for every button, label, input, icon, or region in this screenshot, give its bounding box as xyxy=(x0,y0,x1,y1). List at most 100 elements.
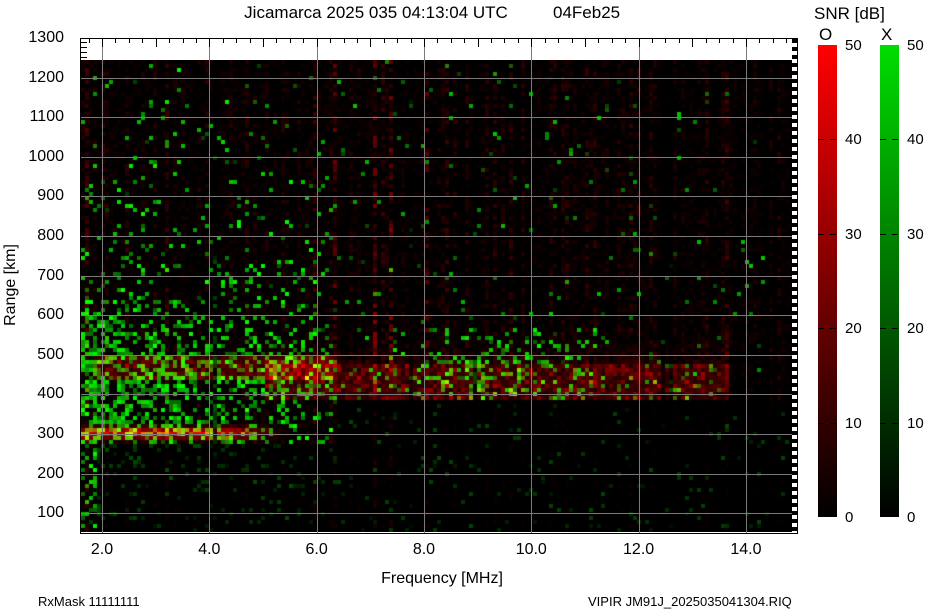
colorbar-tick-dash xyxy=(880,233,886,235)
x-tick-label: 4.0 xyxy=(198,541,221,558)
frequency-tick xyxy=(719,39,721,43)
frequency-tick xyxy=(397,39,399,43)
y-tick-label: 1200 xyxy=(28,68,64,86)
x-tick-label: 10.0 xyxy=(515,541,547,558)
frequency-tick xyxy=(169,39,171,43)
colorbar-tick-dash xyxy=(830,328,836,330)
frequency-tick xyxy=(584,39,586,47)
colorbar-tick-dash xyxy=(830,422,836,424)
frequency-tick xyxy=(383,39,385,43)
frequency-tick xyxy=(450,39,452,43)
colorbar-tick-label: 40 xyxy=(845,131,862,149)
colorbar-tick-dash xyxy=(892,139,898,141)
rxmask-text: RxMask 11111111 xyxy=(38,594,140,609)
colorbar-tick-dash xyxy=(830,139,836,141)
colorbar-tick-label: 40 xyxy=(907,131,924,149)
frequency-tick xyxy=(195,39,197,43)
y-tick-label: 500 xyxy=(37,345,64,363)
range-minor-tick xyxy=(81,42,87,43)
colorbar-tick-dash xyxy=(818,139,824,141)
colorbar-tick-dash xyxy=(892,328,898,330)
frequency-tick xyxy=(343,39,345,43)
colorbar-tick-label: 50 xyxy=(845,37,862,54)
colorbar-tick-dash xyxy=(818,422,824,424)
frequency-tick xyxy=(182,39,184,43)
x-tick-label: 14.0 xyxy=(730,541,762,558)
y-tick-label: 200 xyxy=(37,464,64,482)
frequency-tick xyxy=(786,39,788,43)
frequency-tick xyxy=(424,39,425,47)
frequency-tick xyxy=(678,39,680,43)
frequency-tick xyxy=(155,39,157,47)
plot-frame xyxy=(80,38,798,534)
ionogram-page: Jicamarca 2025 035 04:13:04 UTC 04Feb25 … xyxy=(0,0,932,614)
x-tick-label: 2.0 xyxy=(90,541,114,558)
frequency-tick xyxy=(611,39,613,43)
colorbar-tick-dash xyxy=(892,422,898,424)
colorbar-tick-dash xyxy=(880,328,886,330)
colorbar-tick-label: 10 xyxy=(907,414,924,432)
frequency-tick xyxy=(464,39,466,43)
colorbar-tick-dash xyxy=(818,233,824,235)
frequency-tick xyxy=(88,39,90,43)
frequency-tick xyxy=(276,39,278,43)
frequency-tick xyxy=(356,39,358,43)
x-axis-label: Frequency [MHz] xyxy=(381,570,503,587)
frequency-tick xyxy=(732,39,734,43)
colorbar-tick-dash xyxy=(880,139,886,141)
colorbar-title: SNR [dB] xyxy=(814,4,885,23)
colorbar-tick-dash xyxy=(830,233,836,235)
y-tick-label: 300 xyxy=(37,425,64,442)
frequency-tick xyxy=(209,39,211,47)
frequency-tick xyxy=(625,39,627,43)
frequency-tick xyxy=(759,39,761,43)
frequency-tick xyxy=(263,39,264,47)
frequency-tick xyxy=(128,39,130,43)
colorbar-x-gradient xyxy=(880,45,899,517)
frequency-tick xyxy=(249,39,251,43)
colorbar-tick-label: 20 xyxy=(845,320,862,338)
x-tick-label: 8.0 xyxy=(412,541,436,558)
frequency-tick xyxy=(316,39,318,47)
y-tick-label: 400 xyxy=(37,385,64,403)
frequency-tick xyxy=(652,39,653,43)
frequency-tick xyxy=(491,39,492,43)
frequency-tick xyxy=(665,39,667,43)
x-tick-label: 6.0 xyxy=(305,541,328,558)
y-tick-label: 600 xyxy=(37,306,64,324)
frequency-tick xyxy=(745,39,747,47)
y-tick-label: 100 xyxy=(37,504,64,522)
colorbar-tick-dash xyxy=(892,233,898,235)
colorbar-tick-dash xyxy=(880,422,886,424)
frequency-tick xyxy=(517,39,519,43)
y-tick-label: 1300 xyxy=(28,29,64,46)
plot-date: 04Feb25 xyxy=(553,3,621,22)
frequency-tick xyxy=(598,39,600,43)
frequency-tick xyxy=(772,39,774,43)
colorbar-tick-label: 30 xyxy=(845,225,862,243)
frequency-tick xyxy=(236,39,238,43)
y-tick-label: 1100 xyxy=(29,108,64,126)
colorbar-tick-label: 0 xyxy=(845,509,854,526)
frequency-tick xyxy=(571,39,573,43)
frequency-tick xyxy=(303,39,305,43)
frequency-tick xyxy=(504,39,506,43)
y-tick-label: 1000 xyxy=(28,147,64,165)
frequency-tick xyxy=(410,39,412,43)
colorbar-tick-label: 20 xyxy=(907,320,924,338)
frequency-tick xyxy=(531,39,533,47)
colorbar-tick-label: 30 xyxy=(907,225,924,243)
frequency-tick xyxy=(330,39,332,43)
frequency-tick xyxy=(142,39,144,43)
frequency-tick xyxy=(558,39,560,43)
frequency-tick xyxy=(115,39,117,43)
y-tick-label: 900 xyxy=(37,187,64,205)
frequency-tick xyxy=(705,39,707,43)
range-minor-tick xyxy=(81,47,87,48)
frequency-tick xyxy=(692,39,694,47)
colorbar-tick-label: 50 xyxy=(907,37,924,54)
frequency-tick xyxy=(102,39,103,47)
frequency-tick xyxy=(289,39,291,43)
colorbar-tick-label: 0 xyxy=(907,509,916,526)
frequency-tick xyxy=(544,39,546,43)
